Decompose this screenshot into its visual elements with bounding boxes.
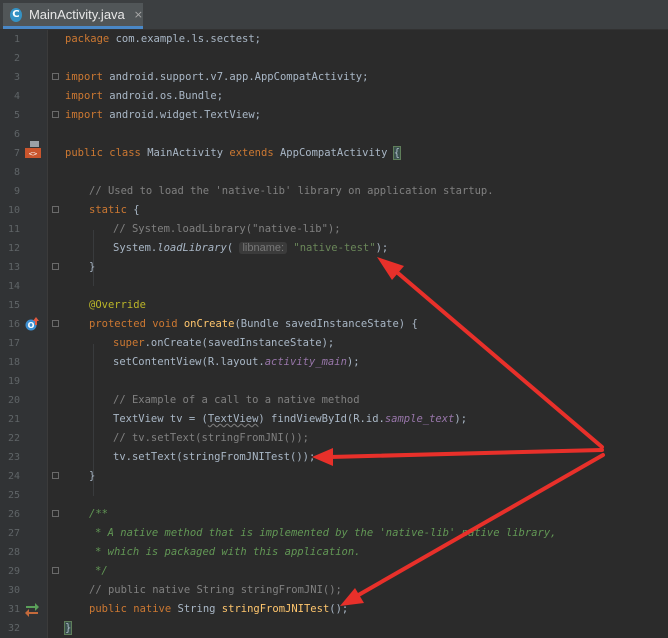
annotation-arrows	[312, 257, 605, 606]
arrowhead	[340, 588, 364, 606]
arrow-to-settext	[328, 448, 604, 459]
arrow-to-native-method	[353, 453, 605, 599]
arrowhead	[312, 448, 333, 466]
arrow-to-load-library	[390, 266, 604, 449]
